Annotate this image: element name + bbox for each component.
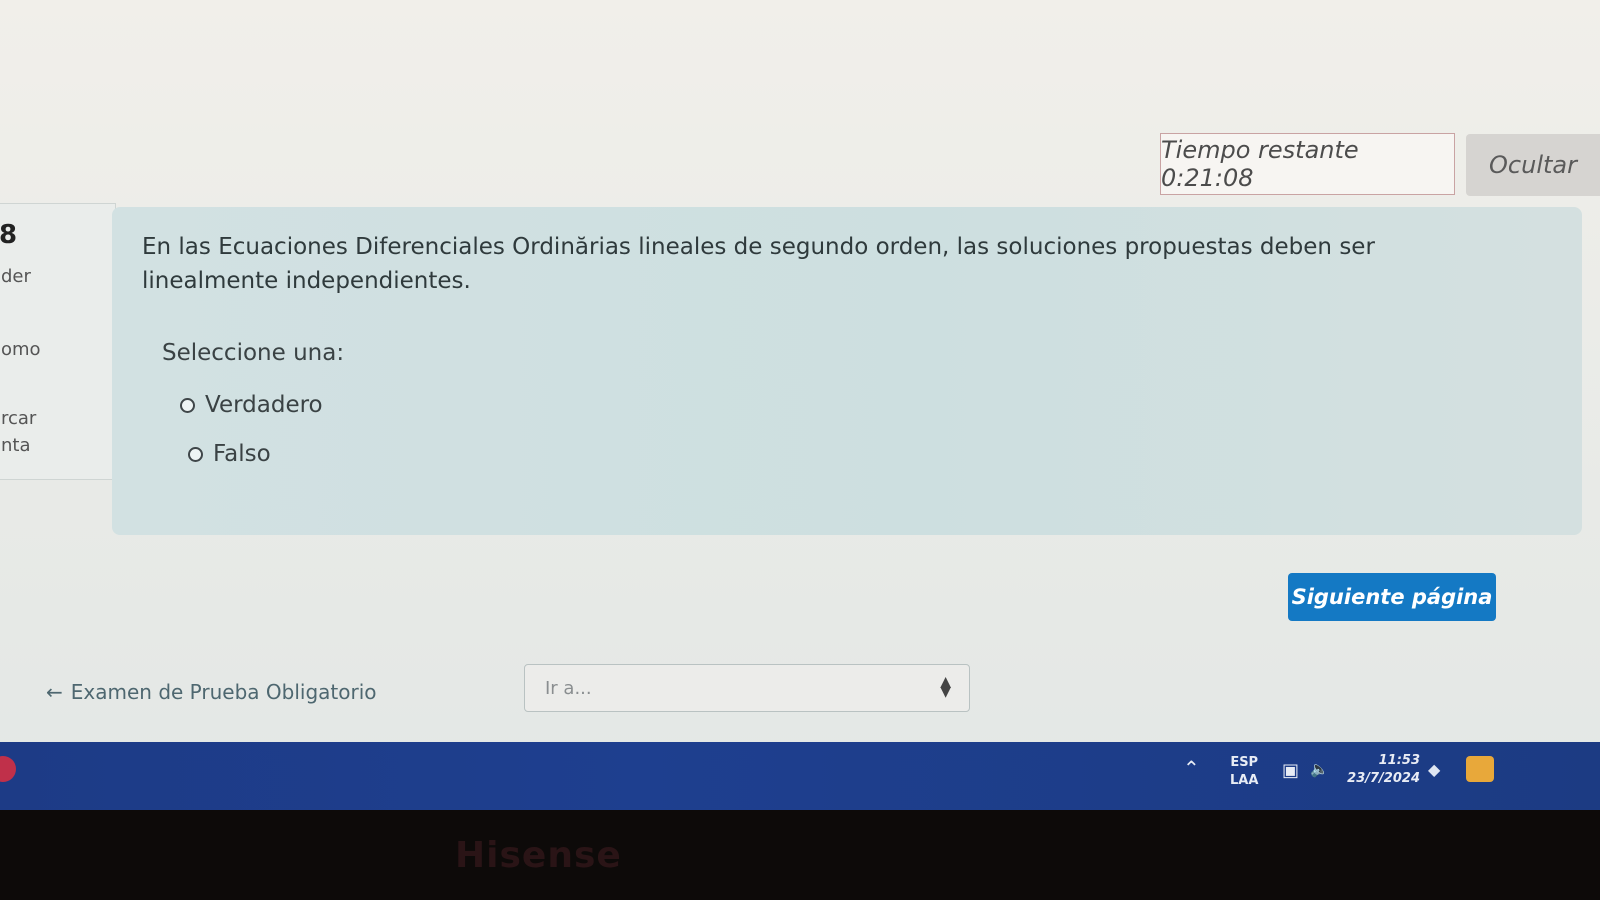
clock-date: 23/7/2024 <box>1347 771 1420 786</box>
question-text: En las Ecuaciones Diferenciales Ordinări… <box>142 234 1375 294</box>
radio-verdadero[interactable] <box>180 397 195 413</box>
notification-icon[interactable]: ◆ <box>1428 760 1440 779</box>
next-page-button[interactable]: Siguiente página <box>1288 573 1496 621</box>
question-number: 8 <box>0 220 18 250</box>
clock-time: 11:53 <box>1378 753 1420 768</box>
select-prompt: Seleccione una: <box>162 340 345 366</box>
back-link-label: Examen de Prueba Obligatorio <box>70 680 377 704</box>
select-arrows-icon: ▲ ▼ <box>940 674 951 700</box>
hide-timer-button[interactable]: Ocultar <box>1466 134 1600 196</box>
option-verdadero[interactable]: Verdadero <box>180 392 323 418</box>
timer-display: Tiempo restante 0:21:08 <box>1160 133 1455 195</box>
info-line-1: der <box>1 266 31 287</box>
jump-to-select[interactable]: Ir a... ▲ ▼ <box>524 664 970 712</box>
volume-icon[interactable]: 🔈 <box>1310 760 1329 778</box>
lang-top: ESP <box>1230 755 1259 770</box>
language-indicator[interactable]: ESP LAA <box>1230 754 1258 790</box>
monitor-brand-logo: Hisense <box>455 835 622 876</box>
network-icon[interactable]: ▣ <box>1282 760 1299 781</box>
hide-timer-label: Ocultar <box>1489 151 1577 179</box>
lang-bottom: LAA <box>1230 773 1259 788</box>
option-label-verdadero: Verdadero <box>205 392 323 418</box>
option-label-falso: Falso <box>213 441 271 467</box>
chevron-up-icon[interactable]: ⌃ <box>1183 756 1200 780</box>
radio-falso[interactable] <box>188 446 203 462</box>
start-icon[interactable] <box>0 756 16 782</box>
jump-to-value: Ir a... <box>545 677 592 699</box>
arrow-left-icon: ← <box>46 680 63 704</box>
clock[interactable]: 11:53 23/7/2024 <box>1340 752 1420 788</box>
info-line-4: nta <box>1 435 31 456</box>
app-tray-icon[interactable] <box>1466 756 1494 782</box>
back-to-exam-link[interactable]: ← Examen de Prueba Obligatorio <box>46 680 377 704</box>
next-page-label: Siguiente página <box>1291 585 1493 609</box>
option-falso[interactable]: Falso <box>188 441 271 467</box>
taskbar: ⌃ ESP LAA ▣ 🔈 11:53 23/7/2024 ◆ <box>0 742 1600 810</box>
timer-text: Tiempo restante 0:21:08 <box>1161 136 1359 192</box>
question-info-panel: 8 der omo rcar nta <box>0 203 116 480</box>
screen: Tiempo restante 0:21:08 Ocultar 8 der om… <box>0 0 1600 810</box>
flag-question-link[interactable]: rcar <box>1 408 36 429</box>
info-line-2: omo <box>1 339 41 360</box>
